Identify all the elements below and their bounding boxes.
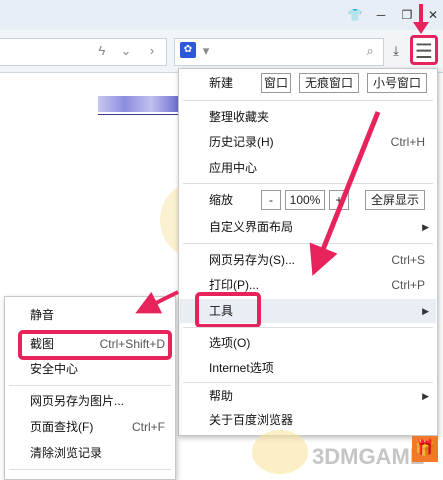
watermark-text: 3DMGAME bbox=[312, 444, 425, 469]
arrow-to-submenu bbox=[135, 290, 179, 314]
annotation-arrows bbox=[135, 111, 381, 314]
watermark-mascot bbox=[252, 430, 308, 474]
gift-icon[interactable]: 🎁 bbox=[412, 436, 438, 462]
arrow-to-menu-button bbox=[413, 4, 429, 34]
arrow-to-tools bbox=[309, 111, 381, 276]
